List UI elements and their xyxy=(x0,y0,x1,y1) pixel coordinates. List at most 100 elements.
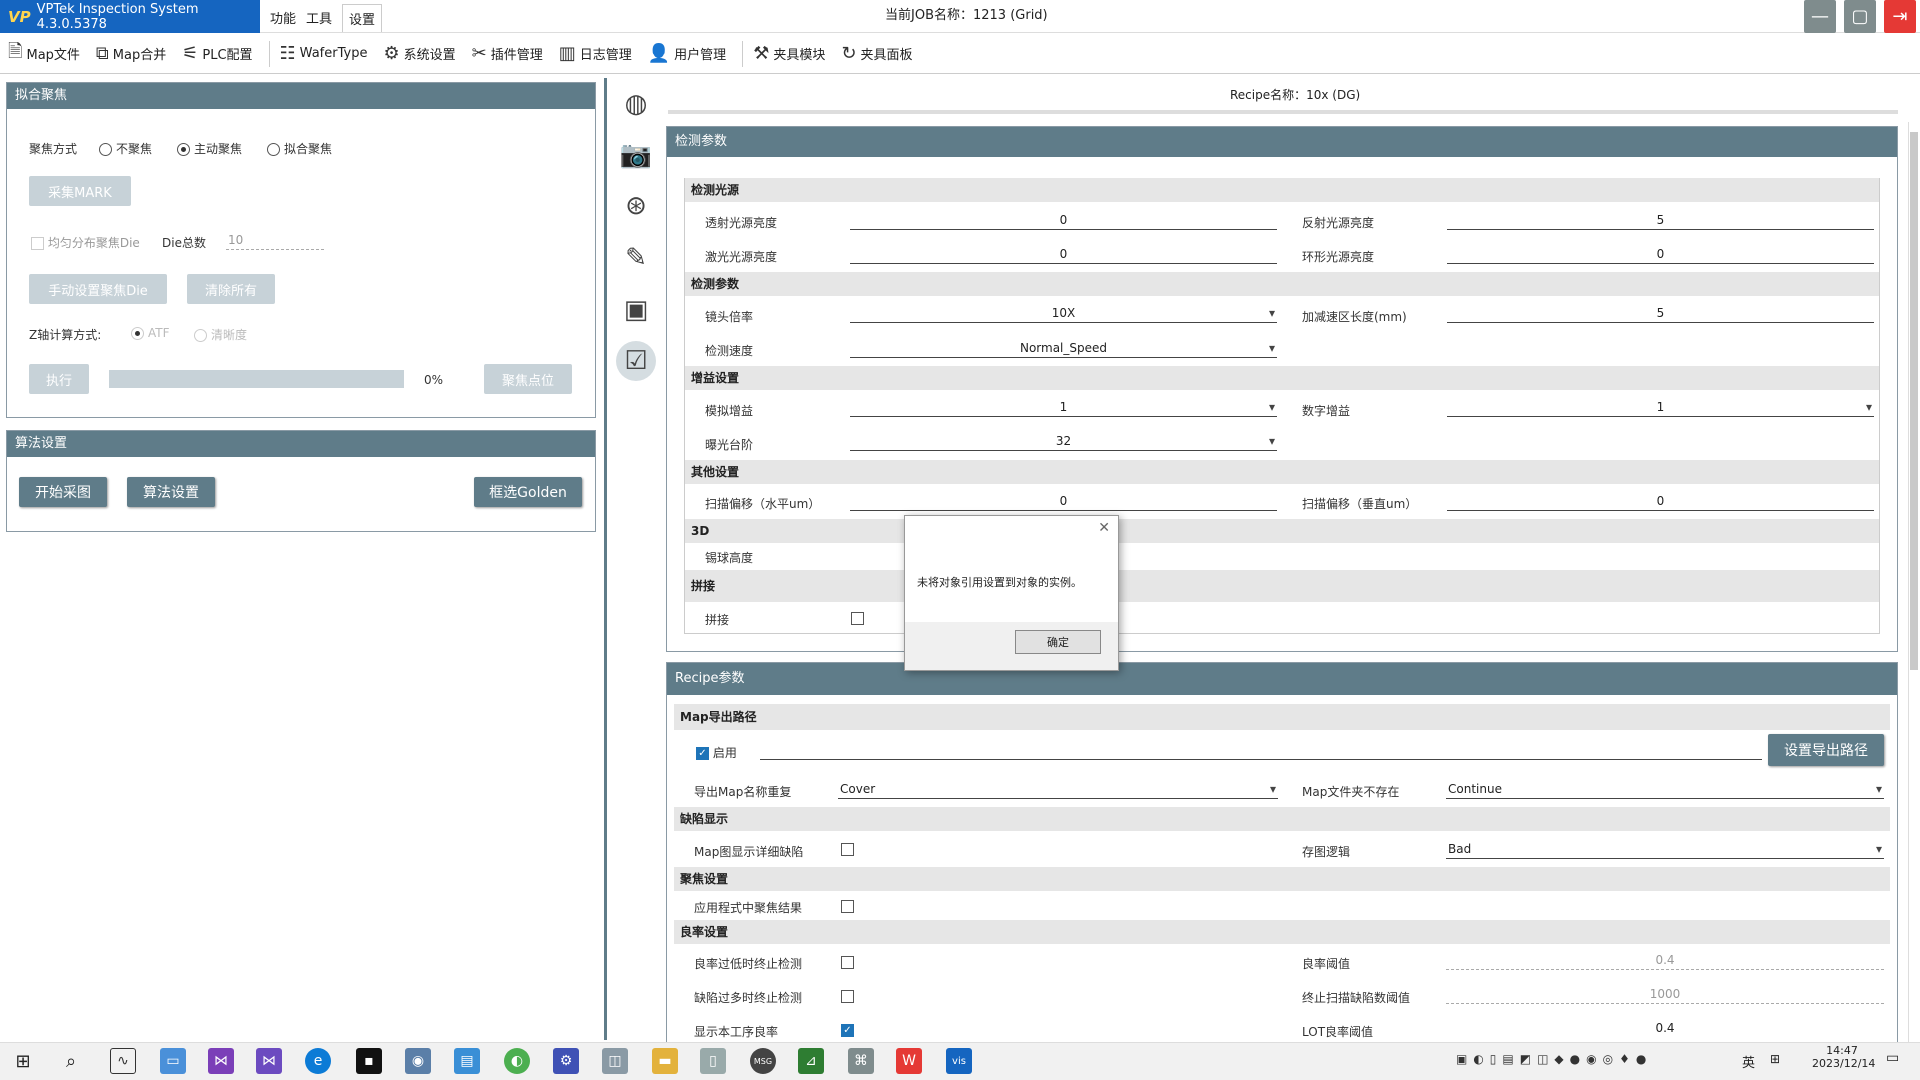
clear-all-button[interactable]: 清除所有 xyxy=(187,274,275,304)
spreadsheet-icon[interactable]: ⊿ xyxy=(798,1048,824,1074)
no-folder-dropdown[interactable]: Continue xyxy=(1446,779,1884,799)
task-view-icon[interactable]: ∿ xyxy=(110,1048,136,1074)
toolbar-plugins[interactable]: ✂ 插件管理 xyxy=(472,43,543,64)
toolbar-wafer-type[interactable]: ☷ WaferType xyxy=(280,43,368,64)
minimize-button[interactable]: — xyxy=(1804,0,1836,33)
image-gallery-icon[interactable]: ▣ xyxy=(616,290,656,330)
close-icon[interactable]: ✕ xyxy=(1098,520,1110,536)
offset-v-field[interactable]: 0 xyxy=(1447,491,1874,511)
right-scrollbar[interactable] xyxy=(1908,122,1918,1042)
camera-app-icon[interactable]: ◉ xyxy=(405,1048,431,1074)
manual-die-button[interactable]: 手动设置聚焦Die xyxy=(29,274,167,304)
toolbar-map-merge[interactable]: ⧉ Map合并 xyxy=(96,43,166,64)
toolbar-plc[interactable]: ⚟ PLC配置 xyxy=(182,43,252,64)
camera-icon[interactable]: 📷 xyxy=(616,135,656,175)
select-golden-button[interactable]: 框选Golden xyxy=(474,477,582,507)
msg-app-icon[interactable]: MSG xyxy=(750,1048,776,1074)
radio-active-focus[interactable]: 主动聚焦 xyxy=(177,140,242,157)
radio-fit-focus[interactable]: 拟合聚焦 xyxy=(267,140,332,157)
many-defect-checkbox[interactable] xyxy=(841,989,854,1003)
algo-settings-button[interactable]: 算法设置 xyxy=(127,477,215,507)
lens-dropdown[interactable]: 10X xyxy=(850,303,1277,323)
show-yield-checkbox[interactable]: ✓ xyxy=(841,1023,854,1037)
low-yield-checkbox[interactable] xyxy=(841,955,854,969)
start-capture-button[interactable]: 开始采图 xyxy=(19,477,107,507)
die-total-field[interactable]: 10 xyxy=(226,230,324,250)
radio-sharpness[interactable]: 清晰度 xyxy=(194,326,247,343)
toolbar-users[interactable]: 👤 用户管理 xyxy=(648,43,726,64)
file-explorer-icon[interactable]: ▬ xyxy=(652,1048,678,1074)
radio-no-focus[interactable]: 不聚焦 xyxy=(99,140,152,157)
menu-tools[interactable]: 工具 xyxy=(300,4,338,31)
vis-app-icon[interactable]: vis xyxy=(946,1048,972,1074)
reflect-light-field[interactable]: 5 xyxy=(1447,210,1874,230)
maximize-button[interactable]: ▢ xyxy=(1844,0,1876,33)
notification-icon[interactable]: ▭ xyxy=(1886,1050,1899,1066)
yield-threshold-label: 良率阈值 xyxy=(1302,957,1351,971)
ime-mode-icon[interactable]: ⊞ xyxy=(1770,1052,1780,1066)
visual-studio-preview-icon[interactable]: ⋈ xyxy=(256,1048,282,1074)
save-logic-dropdown[interactable]: Bad xyxy=(1446,839,1884,859)
algo-panel-title: 算法设置 xyxy=(7,431,595,457)
plc-icon: ⚟ xyxy=(182,43,199,64)
vertical-splitter[interactable] xyxy=(604,78,607,1040)
wafer-map-icon[interactable]: ⊛ xyxy=(616,186,656,226)
checklist-icon[interactable]: ☑ xyxy=(616,341,656,381)
ok-button[interactable]: 确定 xyxy=(1015,630,1101,654)
exit-button[interactable]: ⇥ xyxy=(1884,0,1916,33)
exposure-label: 曝光台阶 xyxy=(705,438,754,452)
execute-button[interactable]: 执行 xyxy=(29,364,89,394)
app-network-icon[interactable]: ⌘ xyxy=(848,1048,874,1074)
taskbar-app-icon[interactable]: ▭ xyxy=(160,1048,186,1074)
app-tool-icon[interactable]: ▯ xyxy=(700,1048,726,1074)
system-tray-icons[interactable]: ▣◐▯▤◩◫◆●◉◎♦● xyxy=(1456,1052,1652,1066)
lot-yield-field[interactable]: 0.4 xyxy=(1446,1018,1884,1038)
input-language-indicator[interactable]: 英 xyxy=(1742,1052,1755,1071)
toolbar-fixture-module[interactable]: ⚒ 夹具模块 xyxy=(753,43,825,64)
export-path-field[interactable] xyxy=(760,736,1762,760)
enable-export-checkbox[interactable]: ✓ 启用 xyxy=(696,744,737,761)
toolbar-logs[interactable]: ▥ 日志管理 xyxy=(559,43,632,64)
log-icon: ▥ xyxy=(558,43,576,64)
uniform-die-checkbox[interactable]: 均匀分布聚焦Die xyxy=(31,234,140,251)
visual-studio-icon[interactable]: ⋈ xyxy=(208,1048,234,1074)
speed-dropdown[interactable]: Normal_Speed xyxy=(850,338,1277,358)
menu-settings[interactable]: 设置 xyxy=(342,4,383,32)
apply-focus-checkbox[interactable] xyxy=(841,899,854,913)
scrollbar-thumb[interactable] xyxy=(1910,132,1918,670)
edge-browser-icon[interactable]: e xyxy=(305,1048,331,1074)
wps-icon[interactable]: W xyxy=(896,1048,922,1074)
remote-desktop-icon[interactable]: ▤ xyxy=(454,1048,480,1074)
stitch-checkbox[interactable] xyxy=(851,611,864,625)
sticky-notes-icon[interactable]: ▪ xyxy=(356,1048,382,1074)
focus-point-button[interactable]: 聚焦点位 xyxy=(484,364,572,394)
wafer-grid-icon[interactable]: ◍ xyxy=(616,84,656,124)
app-grey-icon[interactable]: ◫ xyxy=(602,1048,628,1074)
toolbar-map-file[interactable]: 🗎 Map文件 xyxy=(8,39,80,69)
collect-mark-button[interactable]: 采集MARK xyxy=(29,176,131,206)
analog-gain-dropdown[interactable]: 1 xyxy=(850,397,1277,417)
ruler-icon[interactable]: ✎ xyxy=(616,238,656,278)
windows-start-icon[interactable]: ⊞ xyxy=(10,1048,36,1074)
app-green-icon[interactable]: ◐ xyxy=(504,1048,530,1074)
ring-light-field[interactable]: 0 xyxy=(1447,244,1874,264)
map-detail-checkbox[interactable] xyxy=(841,842,854,856)
digital-gain-dropdown[interactable]: 1 xyxy=(1447,397,1874,417)
toolbar-fixture-panel[interactable]: ↻ 夹具面板 xyxy=(841,43,912,64)
clock[interactable]: 14:47 2023/12/14 xyxy=(1812,1044,1875,1070)
menu-function[interactable]: 功能 xyxy=(264,4,302,31)
dup-name-dropdown[interactable]: Cover xyxy=(838,779,1278,799)
radio-atf[interactable]: ATF xyxy=(131,326,170,340)
set-export-path-button[interactable]: 设置导出路径 xyxy=(1768,734,1884,766)
radio-icon xyxy=(267,143,280,156)
accel-field[interactable]: 5 xyxy=(1447,303,1874,323)
laser-light-field[interactable]: 0 xyxy=(850,244,1277,264)
exposure-dropdown[interactable]: 32 xyxy=(850,431,1277,451)
offset-h-field[interactable]: 0 xyxy=(850,491,1277,511)
scan-defect-threshold-field[interactable]: 1000 xyxy=(1446,984,1884,1004)
app-blue-icon[interactable]: ⚙ xyxy=(553,1048,579,1074)
yield-threshold-field[interactable]: 0.4 xyxy=(1446,950,1884,970)
toolbar-system-settings[interactable]: ⚙ 系统设置 xyxy=(383,43,455,64)
search-icon[interactable]: ⌕ xyxy=(58,1048,84,1074)
trans-light-field[interactable]: 0 xyxy=(850,210,1277,230)
